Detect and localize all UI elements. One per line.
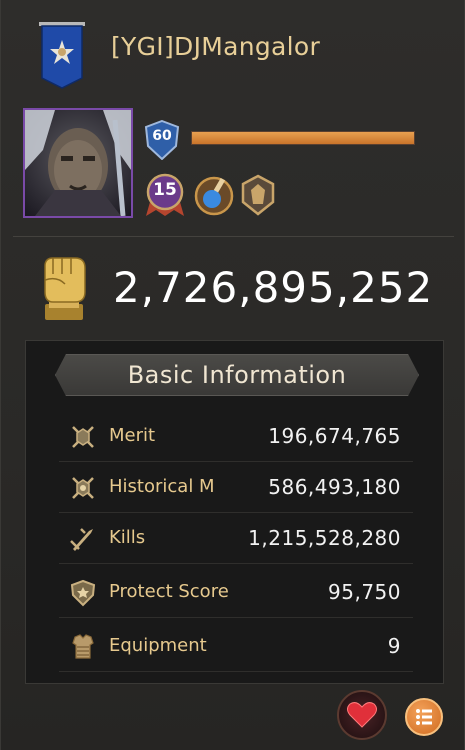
player-profile-panel: [YGI]DJMangalor 60 15 2,726,895,252 Basi… xyxy=(0,0,465,750)
list-icon xyxy=(416,709,432,725)
menu-button[interactable] xyxy=(405,698,443,736)
experience-bar xyxy=(191,131,415,145)
alliance-banner-icon[interactable] xyxy=(39,22,85,90)
equipment-label: Equipment xyxy=(109,635,207,656)
experience-bar-fill xyxy=(192,132,414,144)
crossed-swords-icon xyxy=(70,528,93,551)
merit-value: 196,674,765 xyxy=(268,424,401,448)
power-value: 2,726,895,252 xyxy=(113,263,434,312)
fist-icon xyxy=(44,257,86,320)
historical-merit-value: 586,493,180 xyxy=(268,475,401,499)
emblem-medal-icon[interactable] xyxy=(237,172,279,218)
potion-medal-icon[interactable] xyxy=(193,172,235,218)
equipment-value: 9 xyxy=(387,634,401,658)
merit-icon xyxy=(72,426,94,448)
section-divider xyxy=(13,236,454,237)
shield-icon xyxy=(70,579,96,607)
info-row-historical-merit: Historical M 586,493,180 xyxy=(59,462,413,513)
protect-score-value: 95,750 xyxy=(328,580,401,604)
avatar-portrait-icon xyxy=(25,110,131,216)
basic-info-title: Basic Information xyxy=(127,361,347,389)
heart-icon xyxy=(347,702,377,728)
info-row-protect-score: Protect Score 95,750 xyxy=(59,567,413,618)
info-row-kills: Kills 1,215,528,280 xyxy=(59,513,413,564)
historical-merit-icon xyxy=(72,477,94,499)
kills-label: Kills xyxy=(109,527,146,548)
protect-score-label: Protect Score xyxy=(109,581,229,602)
info-row-equipment: Equipment 9 xyxy=(59,621,413,672)
player-level: 60 xyxy=(152,128,172,144)
player-avatar[interactable] xyxy=(23,108,133,218)
player-name: [YGI]DJMangalor xyxy=(111,32,321,61)
historical-merit-label: Historical M xyxy=(109,476,215,497)
like-button[interactable] xyxy=(337,690,387,740)
armor-icon xyxy=(72,634,94,659)
merit-label: Merit xyxy=(109,425,156,446)
kills-value: 1,215,528,280 xyxy=(248,526,401,550)
rank-medal-level: 15 xyxy=(153,180,177,200)
info-row-merit: Merit 196,674,765 xyxy=(59,411,413,462)
